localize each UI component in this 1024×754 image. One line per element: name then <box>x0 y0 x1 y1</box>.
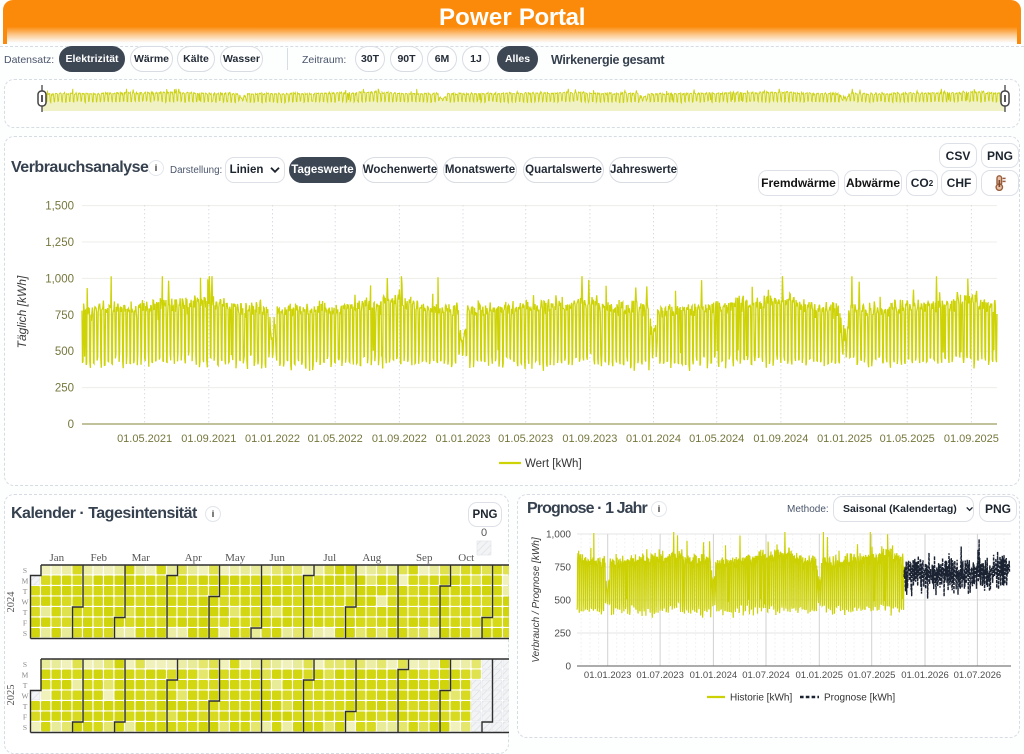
svg-text:01.05.2024: 01.05.2024 <box>689 433 744 445</box>
svg-text:S: S <box>23 723 27 732</box>
svg-text:M: M <box>22 671 29 680</box>
svg-text:Jul: Jul <box>323 552 336 564</box>
svg-text:0: 0 <box>481 527 487 539</box>
svg-text:01.09.2023: 01.09.2023 <box>562 433 617 445</box>
svg-text:0: 0 <box>68 419 74 431</box>
svg-text:01.01.2022: 01.01.2022 <box>245 433 300 445</box>
svg-text:01.05.2021: 01.05.2021 <box>117 433 172 445</box>
svg-text:T: T <box>23 702 28 711</box>
svg-text:750: 750 <box>554 563 571 574</box>
svg-text:T: T <box>23 587 28 596</box>
svg-text:250: 250 <box>554 629 571 640</box>
svg-text:250: 250 <box>55 383 74 395</box>
svg-text:Aug: Aug <box>362 552 381 564</box>
svg-text:2024: 2024 <box>6 591 17 613</box>
svg-text:01.09.2021: 01.09.2021 <box>181 433 236 445</box>
svg-text:S: S <box>23 566 27 575</box>
svg-text:01.07.2023: 01.07.2023 <box>636 670 684 681</box>
svg-text:01.05.2022: 01.05.2022 <box>308 433 363 445</box>
svg-text:Sep: Sep <box>416 552 433 564</box>
svg-text:750: 750 <box>55 310 74 322</box>
svg-text:May: May <box>225 552 246 564</box>
svg-text:01.07.2026: 01.07.2026 <box>954 670 1002 681</box>
svg-text:F: F <box>23 713 27 722</box>
svg-text:S: S <box>23 660 27 669</box>
svg-text:1,000: 1,000 <box>45 273 74 285</box>
svg-text:W: W <box>21 598 29 607</box>
svg-text:01.01.2023: 01.01.2023 <box>435 433 490 445</box>
svg-text:T: T <box>23 608 28 617</box>
svg-text:0: 0 <box>565 662 571 673</box>
svg-text:2025: 2025 <box>6 685 17 706</box>
svg-text:T: T <box>23 681 28 690</box>
svg-text:01.01.2026: 01.01.2026 <box>901 670 949 681</box>
svg-text:01.07.2025: 01.07.2025 <box>848 670 896 681</box>
svg-text:Oct: Oct <box>458 552 474 564</box>
svg-text:01.01.2024: 01.01.2024 <box>626 433 681 445</box>
svg-text:01.01.2023: 01.01.2023 <box>584 670 632 681</box>
svg-text:Jan: Jan <box>49 552 64 564</box>
svg-text:1,000: 1,000 <box>546 530 571 541</box>
svg-text:Wert [kWh]: Wert [kWh] <box>525 458 582 470</box>
svg-text:Verbrauch / Prognose [kWh]: Verbrauch / Prognose [kWh] <box>531 537 542 662</box>
svg-text:01.09.2024: 01.09.2024 <box>753 433 808 445</box>
svg-text:S: S <box>23 629 27 638</box>
svg-text:01.07.2024: 01.07.2024 <box>742 670 790 681</box>
svg-text:500: 500 <box>55 346 74 358</box>
svg-text:01.01.2024: 01.01.2024 <box>690 670 738 681</box>
svg-text:01.01.2025: 01.01.2025 <box>796 670 844 681</box>
svg-text:M: M <box>22 577 29 586</box>
svg-text:F: F <box>23 619 27 628</box>
svg-text:01.01.2025: 01.01.2025 <box>817 433 872 445</box>
svg-text:Prognose [kWh]: Prognose [kWh] <box>824 693 895 704</box>
svg-text:Mar: Mar <box>132 552 151 564</box>
svg-text:1,500: 1,500 <box>45 201 74 213</box>
svg-text:Apr: Apr <box>185 552 202 564</box>
svg-text:1,250: 1,250 <box>45 237 74 249</box>
svg-text:01.05.2023: 01.05.2023 <box>498 433 553 445</box>
svg-text:Historie [kWh]: Historie [kWh] <box>730 693 792 704</box>
svg-text:Jun: Jun <box>270 552 286 564</box>
svg-text:01.05.2025: 01.05.2025 <box>880 433 935 445</box>
svg-text:500: 500 <box>554 596 571 607</box>
svg-text:01.09.2022: 01.09.2022 <box>372 433 427 445</box>
svg-text:W: W <box>21 692 29 701</box>
svg-text:Feb: Feb <box>91 552 108 564</box>
svg-text:01.09.2025: 01.09.2025 <box>944 433 999 445</box>
svg-text:Täglich [kWh]: Täglich [kWh] <box>15 275 29 348</box>
